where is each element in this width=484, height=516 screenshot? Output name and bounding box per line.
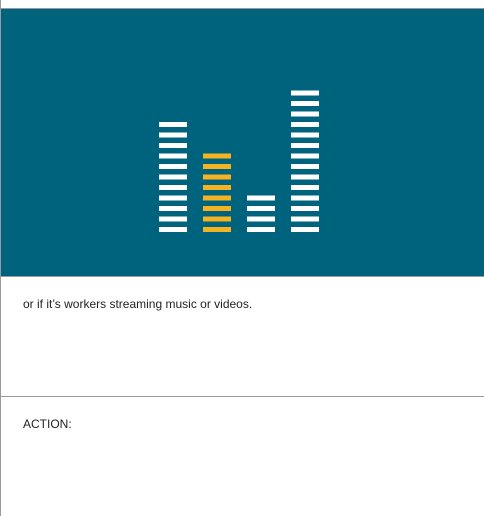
equalizer-segment bbox=[159, 122, 187, 127]
equalizer-segment bbox=[159, 195, 187, 201]
equalizer-segment bbox=[291, 101, 319, 106]
slide-frame: or if it’s workers streaming music or vi… bbox=[0, 0, 484, 516]
equalizer-segment bbox=[291, 90, 319, 96]
equalizer-segment bbox=[291, 206, 319, 211]
equalizer-segment bbox=[291, 111, 319, 117]
equalizer-segment bbox=[291, 227, 319, 232]
action-label: ACTION: bbox=[23, 417, 72, 431]
equalizer-segment bbox=[291, 132, 319, 138]
equalizer-panel bbox=[1, 9, 484, 276]
equalizer-segment bbox=[159, 153, 187, 159]
equalizer-segment bbox=[203, 195, 231, 201]
equalizer-segment bbox=[291, 216, 319, 222]
equalizer-column-4 bbox=[291, 90, 319, 232]
equalizer-segment bbox=[203, 227, 231, 232]
equalizer-segment bbox=[203, 164, 231, 169]
equalizer-segment bbox=[203, 153, 231, 159]
section-divider bbox=[1, 396, 484, 397]
equalizer-segment bbox=[291, 185, 319, 190]
audio-equalizer-icon bbox=[159, 90, 319, 232]
equalizer-segment bbox=[247, 216, 275, 222]
panel-divider bbox=[1, 276, 484, 277]
equalizer-segment bbox=[159, 174, 187, 180]
equalizer-segment bbox=[159, 206, 187, 211]
equalizer-segment bbox=[159, 216, 187, 222]
equalizer-segment bbox=[203, 185, 231, 190]
equalizer-segment bbox=[247, 227, 275, 232]
equalizer-segment bbox=[159, 164, 187, 169]
equalizer-column-2 bbox=[203, 153, 231, 232]
equalizer-segment bbox=[247, 206, 275, 211]
equalizer-segment bbox=[291, 143, 319, 148]
caption-text: or if it’s workers streaming music or vi… bbox=[23, 297, 253, 311]
equalizer-segment bbox=[159, 143, 187, 148]
equalizer-segment bbox=[291, 195, 319, 201]
equalizer-segment bbox=[291, 153, 319, 159]
equalizer-segment bbox=[247, 195, 275, 201]
equalizer-column-3 bbox=[247, 195, 275, 232]
equalizer-segment bbox=[291, 164, 319, 169]
equalizer-segment bbox=[291, 122, 319, 127]
equalizer-segment bbox=[203, 216, 231, 222]
equalizer-segment bbox=[203, 174, 231, 180]
equalizer-segment bbox=[291, 174, 319, 180]
equalizer-segment bbox=[159, 227, 187, 232]
equalizer-segment bbox=[203, 206, 231, 211]
equalizer-column-1 bbox=[159, 122, 187, 232]
equalizer-segment bbox=[159, 185, 187, 190]
equalizer-segment bbox=[159, 132, 187, 138]
